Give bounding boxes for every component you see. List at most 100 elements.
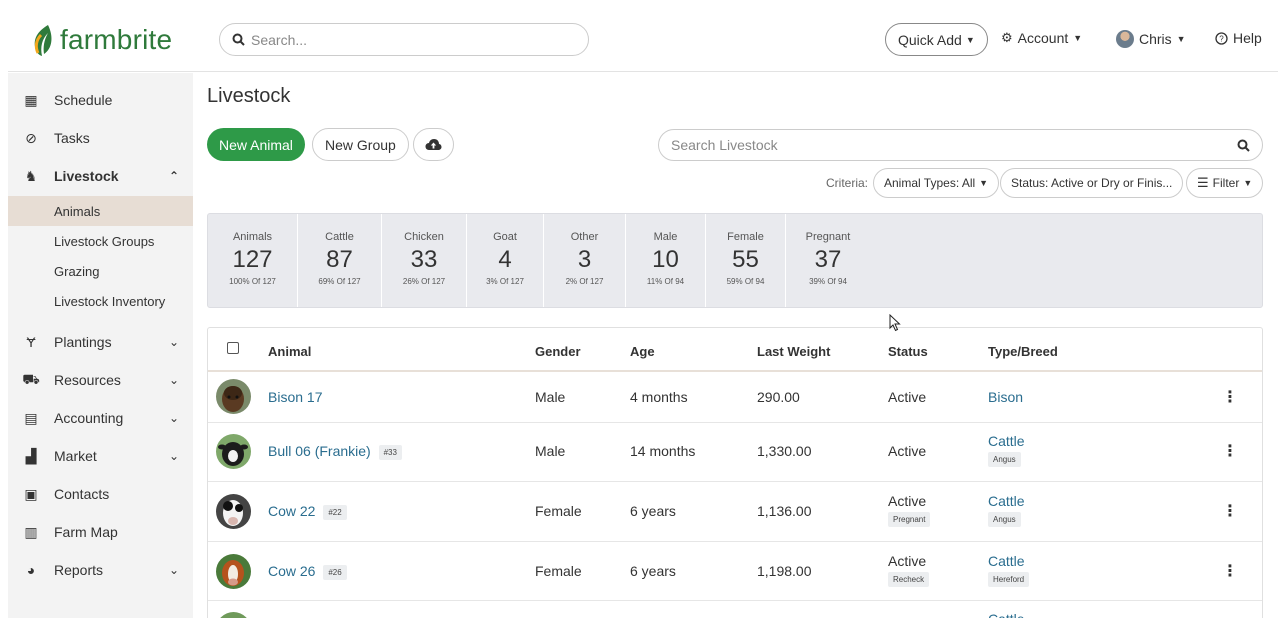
animal-name-link[interactable]: Cow 26 bbox=[268, 563, 315, 579]
status-cell: Active bbox=[888, 389, 927, 405]
chevron-down-icon: ⌄ bbox=[168, 563, 179, 577]
sidebar-subitem-animals[interactable]: Animals bbox=[8, 196, 193, 226]
stat-value: 87 bbox=[326, 246, 353, 273]
global-search[interactable] bbox=[219, 23, 589, 56]
account-label: Account bbox=[1017, 30, 1069, 46]
stat-animals[interactable]: Animals 127 100% Of 127 bbox=[208, 214, 298, 307]
table-row[interactable]: Cow 26 #26 Female 6 years 1,198.00 Activ… bbox=[208, 542, 1262, 601]
table-row[interactable]: Cow 22 #22 Female 6 years 1,136.00 Activ… bbox=[208, 482, 1262, 542]
animal-tag-badge: #22 bbox=[323, 504, 347, 520]
quick-add-button[interactable]: Quick Add ▼ bbox=[885, 23, 988, 56]
stat-percent: 39% Of 94 bbox=[809, 277, 847, 286]
sidebar-item-contacts[interactable]: ▣ Contacts bbox=[8, 475, 193, 513]
sidebar-subitem-livestock-inventory[interactable]: Livestock Inventory bbox=[8, 286, 193, 316]
user-menu[interactable]: Chris ▼ bbox=[1116, 30, 1186, 48]
stat-male[interactable]: Male 10 11% Of 94 bbox=[626, 214, 706, 307]
status-text: Active bbox=[888, 493, 927, 509]
stat-female[interactable]: Female 55 59% Of 94 bbox=[706, 214, 786, 307]
sidebar-item-plantings[interactable]: Ɏ Plantings ⌄ bbox=[8, 323, 193, 361]
table-row[interactable]: Bull 06 (Frankie) #33 Male 14 months 1,3… bbox=[208, 423, 1262, 482]
stat-cattle[interactable]: Cattle 87 69% Of 127 bbox=[298, 214, 382, 307]
sidebar-item-farm-map[interactable]: ▥ Farm Map bbox=[8, 513, 193, 551]
status-filter[interactable]: Status: Active or Dry or Finis... bbox=[1000, 168, 1184, 198]
account-menu[interactable]: ⚙ Account ▼ bbox=[1001, 30, 1082, 46]
animal-photo[interactable] bbox=[216, 494, 251, 529]
gender-cell: Female bbox=[535, 503, 582, 519]
row-actions-icon[interactable]: ⋮ bbox=[1222, 441, 1238, 461]
livestock-search[interactable] bbox=[658, 129, 1263, 161]
sidebar-subitem-grazing[interactable]: Grazing bbox=[8, 256, 193, 286]
type-link[interactable]: Cattle bbox=[988, 493, 1025, 509]
sidebar-item-market[interactable]: ▟ Market ⌄ bbox=[8, 437, 193, 475]
livestock-search-input[interactable] bbox=[671, 137, 1237, 153]
select-all-checkbox[interactable] bbox=[227, 342, 239, 354]
sidebar-subitem-livestock-groups[interactable]: Livestock Groups bbox=[8, 226, 193, 256]
gear-icon: ⚙ bbox=[1001, 30, 1013, 45]
animal-name-link[interactable]: Bull 06 (Frankie) bbox=[268, 443, 371, 459]
sidebar-item-reports[interactable]: ◕ Reports ⌄ bbox=[8, 551, 193, 589]
table-row[interactable]: Cattle bbox=[208, 601, 1262, 618]
search-icon[interactable] bbox=[1237, 139, 1250, 152]
row-actions-icon[interactable]: ⋮ bbox=[1222, 387, 1238, 407]
new-group-button[interactable]: New Group bbox=[312, 128, 409, 161]
gender-cell: Male bbox=[535, 389, 566, 405]
animal-photo-partial bbox=[216, 612, 251, 618]
bison-photo bbox=[216, 379, 251, 414]
sidebar-item-label: Market bbox=[54, 448, 97, 464]
row-actions-icon[interactable]: ⋮ bbox=[1222, 561, 1238, 581]
top-bar: farmbrite Quick Add ▼ ⚙ Account ▼ Chris … bbox=[8, 8, 1278, 72]
stat-percent: 2% Of 127 bbox=[565, 277, 604, 286]
caret-down-icon: ▼ bbox=[965, 34, 975, 45]
sidebar-item-label: Accounting bbox=[54, 410, 124, 426]
help-link[interactable]: ? Help bbox=[1215, 30, 1262, 46]
farmbrite-logo[interactable]: farmbrite bbox=[30, 22, 172, 58]
weight-cell: 1,198.00 bbox=[757, 563, 812, 579]
sidebar-item-label: Plantings bbox=[54, 334, 112, 350]
animal-photo[interactable] bbox=[216, 379, 251, 414]
filter-button[interactable]: ☰ Filter ▼ bbox=[1186, 168, 1264, 198]
type-link[interactable]: Bison bbox=[988, 389, 1023, 405]
chevron-down-icon: ⌄ bbox=[168, 373, 179, 387]
cow-photo bbox=[216, 494, 251, 529]
animal-photo[interactable] bbox=[216, 434, 251, 469]
global-search-input[interactable] bbox=[251, 31, 571, 48]
new-animal-button[interactable]: New Animal bbox=[207, 128, 305, 161]
map-icon: ▥ bbox=[24, 523, 38, 540]
type-link[interactable]: Cattle bbox=[988, 553, 1025, 569]
filter-lines-icon: ☰ bbox=[1197, 175, 1209, 190]
sidebar-item-tasks[interactable]: ⊘ Tasks bbox=[8, 119, 193, 157]
sidebar-item-schedule[interactable]: ▦ Schedule bbox=[8, 81, 193, 119]
column-header-gender[interactable]: Gender bbox=[535, 344, 581, 359]
sidebar-item-label: Resources bbox=[54, 372, 121, 388]
row-actions-icon[interactable]: ⋮ bbox=[1222, 501, 1238, 521]
stat-goat[interactable]: Goat 4 3% Of 127 bbox=[467, 214, 544, 307]
type-link[interactable]: Cattle bbox=[988, 433, 1025, 449]
column-header-status[interactable]: Status bbox=[888, 344, 928, 359]
cloud-upload-button[interactable] bbox=[413, 128, 454, 161]
cow-photo bbox=[216, 554, 251, 589]
status-cell: Active Recheck bbox=[888, 553, 930, 587]
animal-name-link[interactable]: Bison 17 bbox=[268, 389, 322, 405]
animal-name-link[interactable]: Cow 22 bbox=[268, 503, 315, 519]
sidebar-item-livestock[interactable]: ♞ Livestock ⌃ bbox=[8, 157, 193, 195]
column-header-type-breed[interactable]: Type/Breed bbox=[988, 344, 1058, 359]
stat-percent: 11% Of 94 bbox=[646, 277, 685, 286]
animal-types-filter[interactable]: Animal Types: All ▼ bbox=[873, 168, 1000, 198]
stat-other[interactable]: Other 3 2% Of 127 bbox=[544, 214, 626, 307]
column-header-animal[interactable]: Animal bbox=[268, 344, 311, 359]
caret-down-icon: ▼ bbox=[979, 178, 989, 188]
table-row[interactable]: Bison 17 Male 4 months 290.00 Active Bis… bbox=[208, 373, 1262, 423]
column-header-last-weight[interactable]: Last Weight bbox=[757, 344, 830, 359]
chevron-up-icon: ⌃ bbox=[168, 169, 179, 183]
column-header-age[interactable]: Age bbox=[630, 344, 655, 359]
sidebar-item-resources[interactable]: ⛟ Resources ⌄ bbox=[8, 361, 193, 399]
stat-pregnant[interactable]: Pregnant 37 39% Of 94 bbox=[786, 214, 870, 307]
type-link[interactable]: Cattle bbox=[988, 611, 1025, 618]
animal-photo[interactable] bbox=[216, 612, 251, 618]
stat-chicken[interactable]: Chicken 33 26% Of 127 bbox=[382, 214, 467, 307]
sidebar-item-accounting[interactable]: ▤ Accounting ⌄ bbox=[8, 399, 193, 437]
address-book-icon: ▣ bbox=[24, 485, 38, 502]
animal-photo[interactable] bbox=[216, 554, 251, 589]
gender-cell: Female bbox=[535, 563, 582, 579]
sidebar-item-label: Contacts bbox=[54, 486, 110, 502]
